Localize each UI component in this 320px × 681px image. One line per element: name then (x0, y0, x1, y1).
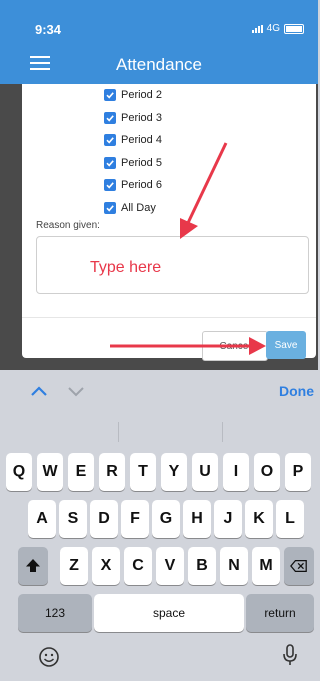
period-checkbox-list: Period 2 Period 3 Period 4 Period 5 Peri… (104, 84, 162, 219)
key-c[interactable]: C (124, 547, 152, 585)
key-f[interactable]: F (121, 500, 149, 538)
checkbox-label: Period 4 (121, 134, 162, 147)
status-time: 9:34 (35, 22, 62, 37)
page-title: Attendance (115, 55, 202, 74)
key-t[interactable]: T (130, 453, 156, 491)
key-d[interactable]: D (90, 500, 118, 538)
key-w[interactable]: W (37, 453, 63, 491)
key-o[interactable]: O (254, 453, 280, 491)
chevron-up-icon[interactable] (30, 384, 48, 398)
checkbox-period-3[interactable]: Period 3 (104, 107, 162, 130)
type-here-annotation: Type here (90, 259, 162, 276)
checkbox-label: Period 6 (121, 179, 162, 192)
cancel-button[interactable]: Cancel (202, 331, 268, 361)
chevron-down-icon[interactable] (67, 384, 85, 398)
key-z[interactable]: Z (60, 547, 88, 585)
emoji-icon[interactable] (38, 646, 60, 668)
checkbox-period-4[interactable]: Period 4 (104, 129, 162, 152)
microphone-icon[interactable] (282, 643, 298, 667)
backspace-key[interactable] (284, 547, 314, 585)
key-b[interactable]: B (188, 547, 216, 585)
checkbox-period-6[interactable]: Period 6 (104, 174, 162, 197)
suggestion-divider (118, 422, 119, 442)
key-v[interactable]: V (156, 547, 184, 585)
key-p[interactable]: P (285, 453, 311, 491)
shift-icon (26, 559, 40, 572)
key-g[interactable]: G (152, 500, 180, 538)
modal-divider (22, 317, 316, 318)
key-j[interactable]: J (214, 500, 242, 538)
key-q[interactable]: Q (6, 453, 32, 491)
key-a[interactable]: A (28, 500, 56, 538)
checkbox-label: Period 5 (121, 156, 162, 169)
key-x[interactable]: X (92, 547, 120, 585)
checkbox-label: All Day (121, 201, 156, 214)
key-i[interactable]: I (223, 453, 249, 491)
key-y[interactable]: Y (161, 453, 187, 491)
key-n[interactable]: N (220, 547, 248, 585)
key-e[interactable]: E (68, 453, 94, 491)
checkbox-label: Period 3 (121, 111, 162, 124)
status-indicators: 4G (251, 23, 304, 34)
checkbox-period-5[interactable]: Period 5 (104, 152, 162, 175)
checkbox-period-2[interactable]: Period 2 (104, 84, 162, 107)
suggestion-divider (222, 422, 223, 442)
backspace-icon (290, 559, 307, 573)
save-button[interactable]: Save (266, 331, 306, 359)
signal-icon (251, 24, 263, 33)
checkmark-icon[interactable] (104, 201, 116, 214)
checkmark-icon[interactable] (104, 156, 116, 169)
return-key[interactable]: return (246, 594, 314, 632)
checkmark-icon[interactable] (104, 134, 116, 147)
checkbox-label: Period 2 (121, 89, 162, 102)
space-key[interactable]: space (94, 594, 244, 632)
numbers-key[interactable]: 123 (18, 594, 92, 632)
key-h[interactable]: H (183, 500, 211, 538)
reason-textarea[interactable]: Type here (36, 236, 309, 294)
battery-icon (284, 23, 304, 34)
reason-label: Reason given: (36, 220, 100, 231)
shift-key[interactable] (18, 547, 48, 585)
checkmark-icon[interactable] (104, 179, 116, 192)
network-label: 4G (266, 23, 280, 34)
app-header: 9:34 4G Attendance (0, 0, 318, 84)
key-u[interactable]: U (192, 453, 218, 491)
key-s[interactable]: S (59, 500, 87, 538)
done-button[interactable]: Done (279, 383, 314, 399)
checkmark-icon[interactable] (104, 111, 116, 124)
attendance-modal: Period 2 Period 3 Period 4 Period 5 Peri… (22, 84, 316, 361)
key-k[interactable]: K (245, 500, 273, 538)
checkbox-all-day[interactable]: All Day (104, 197, 162, 220)
key-m[interactable]: M (252, 547, 280, 585)
key-l[interactable]: L (276, 500, 304, 538)
checkmark-icon[interactable] (104, 89, 116, 102)
key-r[interactable]: R (99, 453, 125, 491)
